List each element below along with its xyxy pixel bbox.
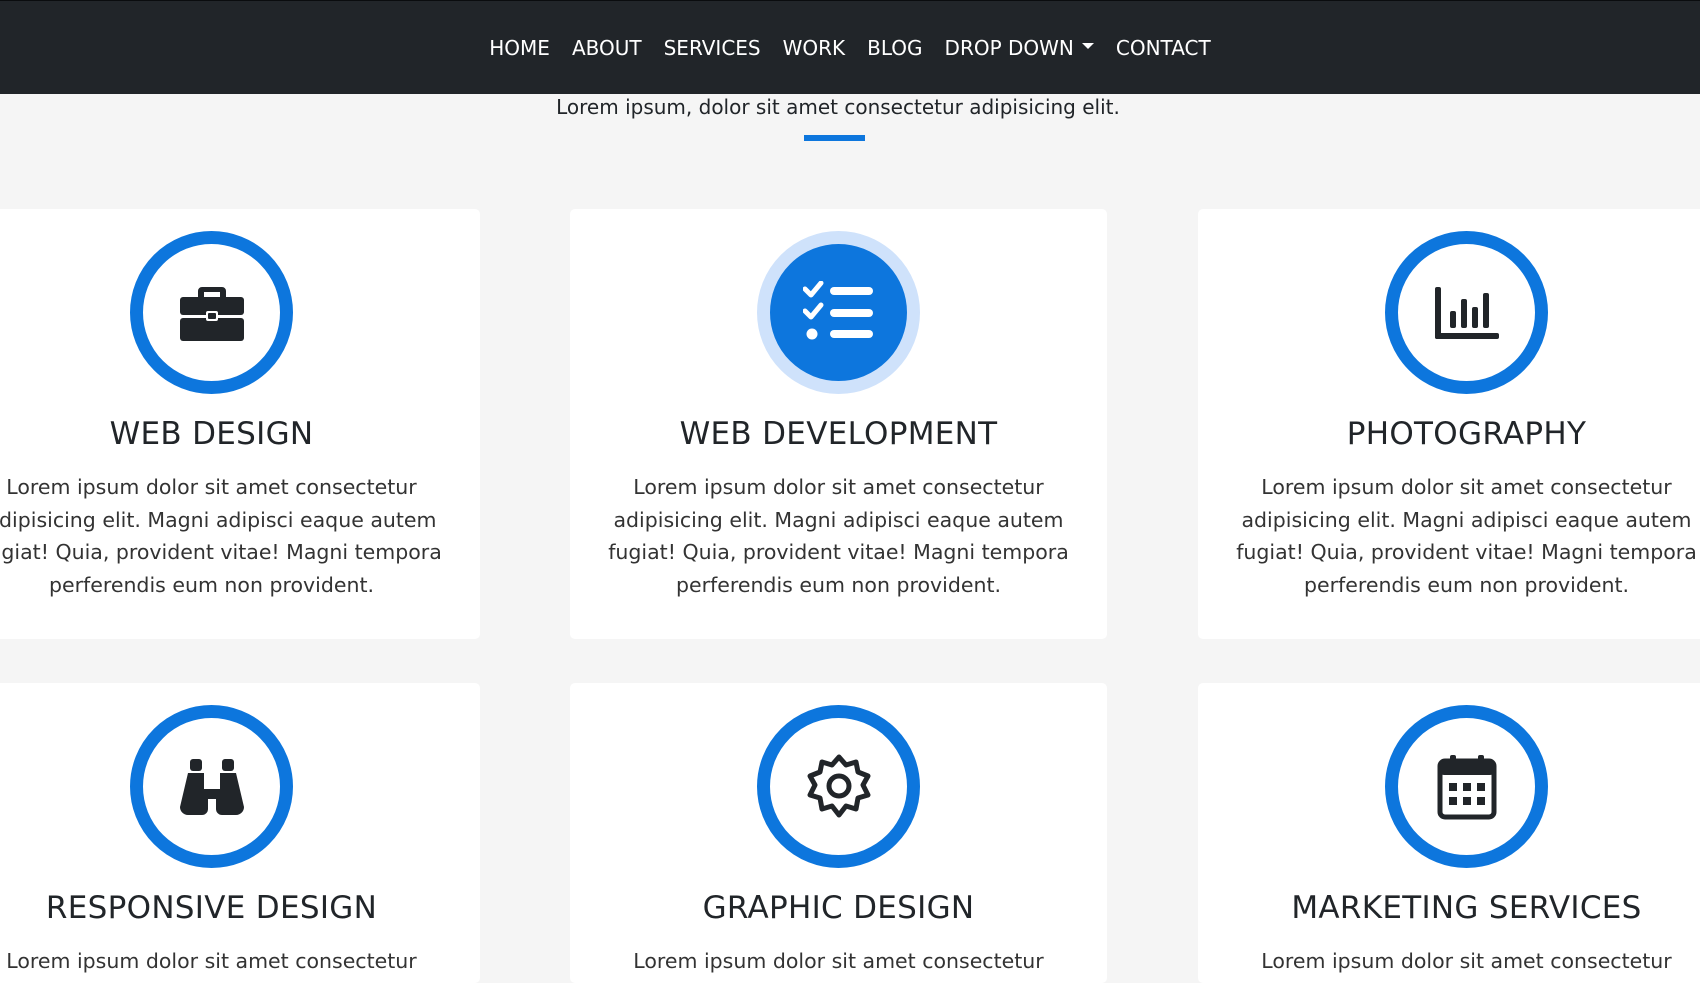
service-title: WEB DESIGN [109,416,314,452]
nav-contact-link[interactable]: CONTACT [1105,36,1222,60]
service-card-web-development: WEB DEVELOPMENT Lorem ipsum dolor sit am… [570,209,1107,639]
section-subtitle: Lorem ipsum, dolor sit amet consectetur … [556,95,1120,119]
graphic-design-icon-ring [757,705,920,868]
service-description: Lorem ipsum dolor sit amet consectetur a… [6,949,417,983]
nav-home-label: HOME [489,36,550,60]
photography-icon-ring [1385,231,1548,394]
service-description: Lorem ipsum dolor sit amet consectetur a… [633,949,1044,983]
web-design-icon-ring [130,231,293,394]
nav-blog-label: BLOG [867,36,923,60]
section-divider [804,135,865,141]
nav-blog-link[interactable]: BLOG [856,36,933,60]
checklist-icon [802,280,873,339]
service-card-graphic-design: GRAPHIC DESIGN Lorem ipsum dolor sit ame… [570,683,1107,983]
service-title: RESPONSIVE DESIGN [45,890,378,926]
bar-chart-icon [1434,286,1499,339]
nav-dropdown-toggle[interactable]: DROP DOWN [934,36,1105,60]
nav-contact-label: CONTACT [1115,36,1211,60]
service-title: WEB DEVELOPMENT [679,416,998,452]
service-title: MARKETING SERVICES [1291,890,1642,926]
gear-icon [807,754,870,817]
nav-about-label: ABOUT [571,36,642,60]
nav-work-link[interactable]: WORK [772,36,857,60]
service-card-marketing-services: MARKETING SERVICES Lorem ipsum dolor sit… [1198,683,1700,983]
navbar: HOME ABOUT SERVICES WORK BLOG DROP DOWN … [0,0,1700,94]
nav-about-link[interactable]: ABOUT [561,36,653,60]
nav-services-link[interactable]: SERVICES [653,36,772,60]
service-description: Lorem ipsum dolor sit amet consectetur a… [1261,949,1672,983]
service-description: Lorem ipsum dolor sit amet consectetur a… [1236,475,1697,597]
service-description: Lorem ipsum dolor sit amet consectetur a… [608,475,1069,597]
nav-menu: HOME ABOUT SERVICES WORK BLOG DROP DOWN … [0,1,1700,95]
service-card-web-design: WEB DESIGN Lorem ipsum dolor sit amet co… [0,209,480,639]
briefcase-icon [179,286,244,341]
nav-services-label: SERVICES [663,36,761,60]
web-development-icon-ring [757,231,920,394]
binoculars-icon [179,758,244,815]
marketing-services-icon-ring [1385,705,1548,868]
nav-work-label: WORK [782,36,846,60]
service-card-photography: PHOTOGRAPHY Lorem ipsum dolor sit amet c… [1198,209,1700,639]
service-description: Lorem ipsum dolor sit amet consectetur a… [0,475,442,597]
nav-home-link[interactable]: HOME [478,36,561,60]
responsive-design-icon-ring [130,705,293,868]
service-card-responsive-design: RESPONSIVE DESIGN Lorem ipsum dolor sit … [0,683,480,983]
service-title: GRAPHIC DESIGN [702,890,975,926]
nav-dropdown-label: DROP DOWN [944,36,1074,60]
caret-down-icon [1081,43,1094,49]
service-title: PHOTOGRAPHY [1346,416,1587,452]
calendar-icon [1437,754,1496,819]
